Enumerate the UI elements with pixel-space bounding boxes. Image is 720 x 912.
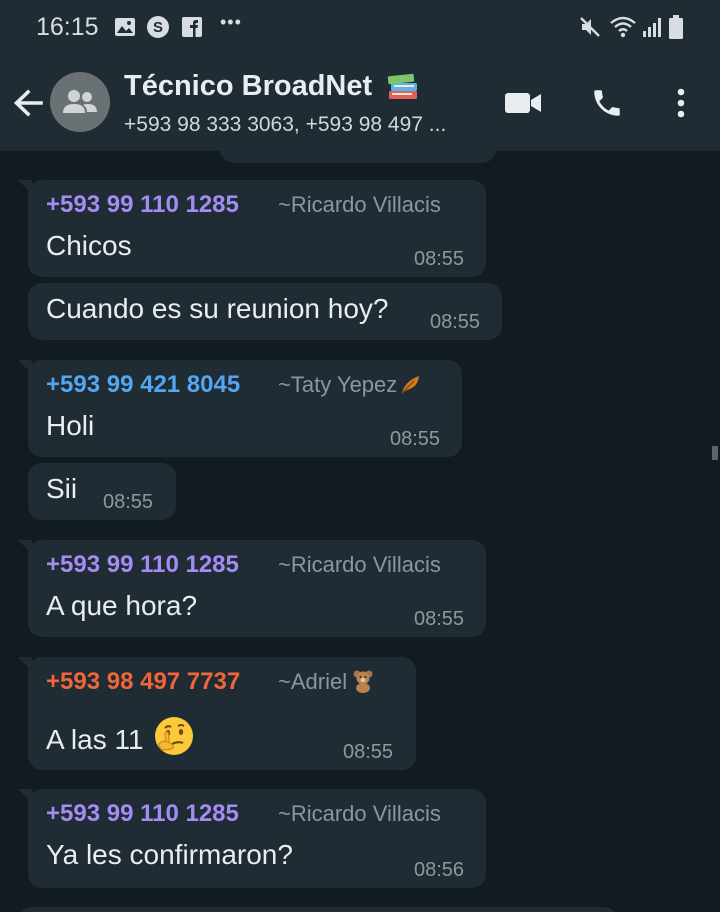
scrollbar[interactable] [712,446,718,460]
status-time: 16:15 [36,13,99,41]
group-avatar[interactable] [50,72,110,132]
mute-icon [580,17,600,37]
voice-call-icon[interactable] [590,86,624,120]
teddy-bear-emoji [353,670,373,693]
sender-phone[interactable]: +593 98 497 7737 [46,668,240,696]
sender-alias: ~Taty Yepez [278,372,423,398]
message-bubble[interactable]: +593 98 497 7737 ~Adriel A las 11 08:55 [28,657,416,770]
message-bubble[interactable]: Cuando es su reunion hoy? 08:55 [28,283,502,340]
next-message-bubble[interactable] [18,907,618,912]
message-text-content: A las 11 [46,724,144,755]
message-time: 08:55 [414,608,465,630]
sender-alias: ~Ricardo Villacis [278,192,441,217]
message-text: Holi [46,410,95,441]
status-bar: 16:15 S ••• [0,0,720,54]
message-bubble[interactable]: +593 99 110 1285 ~Ricardo Villacis Chico… [28,180,486,277]
chat-header: Técnico BroadNet +593 98 333 3063, +593 … [0,54,720,151]
wifi-icon [610,16,636,38]
sender-alias: ~Ricardo Villacis [278,801,441,826]
signal-icon [643,18,661,37]
message-text: Cuando es su reunion hoy? [46,293,389,324]
sender-alias: ~Ricardo Villacis [278,552,441,577]
more-notifications-indicator: ••• [220,12,242,32]
sender-alias-text: ~Adriel [278,669,348,694]
message-text: Chicos [46,230,132,261]
message-time: 08:56 [414,859,465,881]
message-text: Ya les confirmaron? [46,839,293,870]
battery-icon [669,15,683,39]
message-bubble[interactable]: +593 99 421 8045 ~Taty Yepez Holi 08:55 [28,360,462,457]
message-time: 08:55 [390,428,441,450]
top-bar: 16:15 S ••• Técnico BroadNet +593 98 333… [0,0,720,151]
previous-message-bubble[interactable] [220,151,496,163]
gallery-icon [115,18,135,36]
sender-phone[interactable]: +593 99 110 1285 [46,800,239,828]
video-call-icon[interactable] [504,90,542,116]
message-time: 08:55 [414,248,465,270]
sender-alias-text: ~Taty Yepez [278,372,398,397]
sender-phone[interactable]: +593 99 110 1285 [46,551,239,579]
sender-phone[interactable]: +593 99 110 1285 [46,191,239,219]
message-bubble[interactable]: Sii 08:55 [28,463,176,520]
sender-alias: ~Adriel [278,669,375,695]
sender-phone[interactable]: +593 99 421 8045 [46,371,240,399]
message-time: 08:55 [103,491,154,513]
autumn-leaf-emoji [401,376,420,394]
chat-title[interactable]: Técnico BroadNet [124,70,420,103]
svg-text:S: S [153,19,163,36]
chat-area[interactable]: +593 99 110 1285 ~Ricardo Villacis Chico… [0,151,720,912]
skype-icon: S [147,16,169,38]
message-bubble[interactable]: +593 99 110 1285 ~Ricardo Villacis A que… [28,540,486,637]
group-participants[interactable]: +593 98 333 3063, +593 98 497 ... [124,113,446,137]
message-bubble[interactable]: +593 99 110 1285 ~Ricardo Villacis Ya le… [28,789,486,888]
message-time: 08:55 [343,741,394,763]
message-text: Sii [46,473,78,504]
group-icon [63,90,97,113]
thinking-face-emoji [154,717,193,755]
books-emoji [388,74,418,100]
chat-title-text: Técnico BroadNet [124,70,373,102]
more-options-icon[interactable] [674,87,688,119]
message-time: 08:55 [430,311,481,333]
facebook-icon [182,17,202,37]
back-arrow-icon[interactable] [10,85,46,121]
message-text: A las 11 [46,714,196,758]
message-text: A que hora? [46,590,198,621]
